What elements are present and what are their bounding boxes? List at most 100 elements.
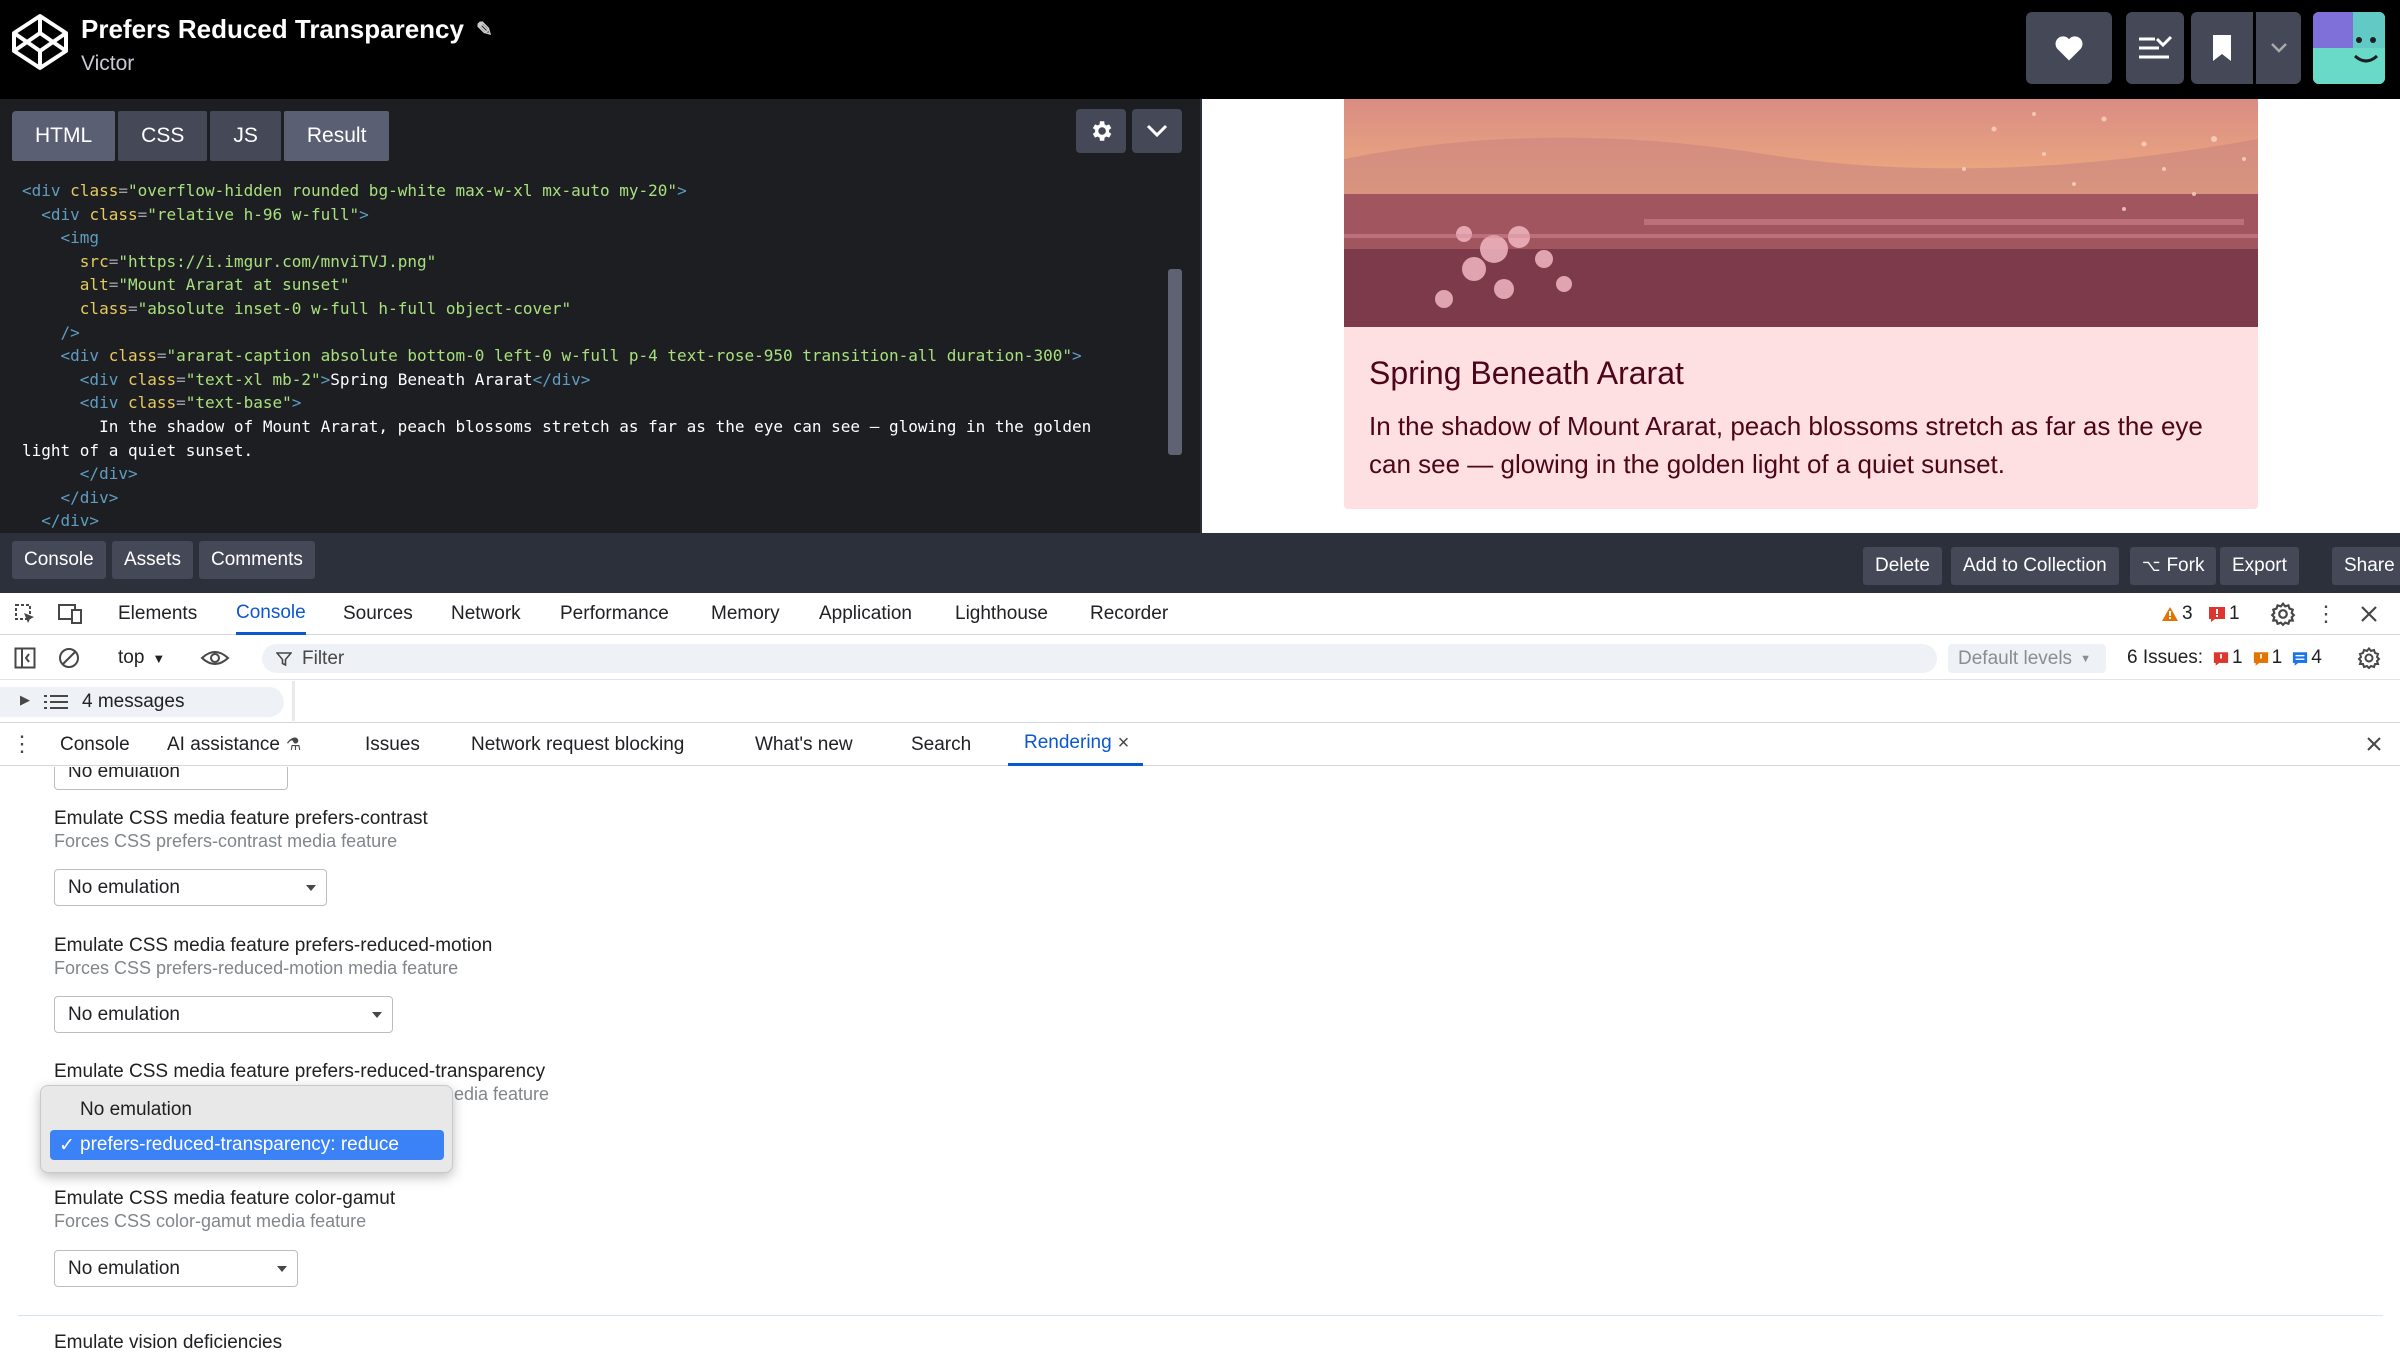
context-selector[interactable]: top ▼: [118, 645, 165, 671]
view-mode-button[interactable]: [2126, 12, 2184, 84]
user-avatar[interactable]: [2313, 12, 2385, 84]
editor-settings-button[interactable]: [1076, 109, 1126, 153]
caption-text: In the shadow of Mount Ararat, peach blo…: [1369, 411, 2203, 479]
drawer-tab-search[interactable]: Search: [911, 723, 971, 766]
tab-sources[interactable]: Sources: [343, 593, 413, 635]
tab-recorder[interactable]: Recorder: [1090, 593, 1168, 635]
drawer-tab-rendering[interactable]: Rendering ×: [1008, 723, 1144, 766]
editor-scrollbar[interactable]: [1168, 269, 1182, 455]
bookmark-button[interactable]: [2191, 12, 2253, 84]
gear-icon: [2270, 601, 2296, 627]
info-icon: [2293, 651, 2308, 666]
tab-lighthouse[interactable]: Lighthouse: [955, 593, 1048, 635]
prefers-reduced-motion-subtitle: Forces CSS prefers-reduced-motion media …: [54, 958, 459, 978]
gear-icon: [1092, 121, 1112, 141]
close-icon: [2367, 737, 2381, 751]
fork-button[interactable]: ⌥ Fork: [2130, 547, 2217, 585]
more-options-icon[interactable]: ⋮: [2314, 601, 2338, 627]
tab-performance[interactable]: Performance: [560, 593, 669, 635]
option-no-emulation[interactable]: No emulation: [50, 1095, 444, 1125]
expand-triangle-icon: ▶: [20, 692, 30, 707]
assets-button[interactable]: Assets: [112, 541, 194, 579]
delete-button[interactable]: Delete: [1863, 547, 1942, 585]
clear-console-icon[interactable]: [56, 645, 82, 671]
issue-warnings: 1: [2253, 647, 2282, 669]
tab-console[interactable]: Console: [236, 593, 306, 635]
prefers-reduced-motion-select[interactable]: No emulation: [54, 996, 393, 1033]
previous-emulation-select[interactable]: No emulation: [54, 767, 288, 790]
layout-list-icon: [2139, 35, 2173, 59]
errors-count: 1: [2229, 603, 2240, 624]
tab-memory[interactable]: Memory: [711, 593, 780, 635]
color-gamut-select[interactable]: No emulation: [54, 1250, 298, 1287]
issue-errors-count: 1: [2232, 647, 2243, 668]
messages-group[interactable]: ▶ 4 messages: [0, 687, 284, 717]
prefers-reduced-transparency-dropdown[interactable]: No emulation ✓ prefers-reduced-transpare…: [40, 1085, 453, 1173]
code-value: "https://i.imgur.com/mnviTVJ.png": [118, 251, 437, 271]
drawer-tab-issues[interactable]: Issues: [365, 723, 420, 766]
tab-elements[interactable]: Elements: [118, 593, 197, 635]
log-levels-dropdown[interactable]: Default levels ▼: [1948, 644, 2106, 673]
warning-icon: [2162, 607, 2178, 621]
drawer-tab-ai-assistance[interactable]: AI assistance ⚗: [167, 723, 301, 766]
code-text: Spring Beneath Ararat: [330, 369, 533, 389]
color-gamut-title: Emulate CSS media feature color-gamut: [54, 1188, 396, 1209]
devtools-settings-button[interactable]: [2268, 600, 2298, 628]
bookmark-menu-button[interactable]: [2256, 12, 2301, 84]
close-devtools-button[interactable]: [2356, 601, 2382, 627]
drawer-tab-rendering-label: Rendering: [1024, 732, 1112, 753]
tab-result[interactable]: Result: [283, 111, 390, 161]
tab-application[interactable]: Application: [819, 593, 912, 635]
codepen-logo-icon[interactable]: [10, 12, 70, 72]
code-value: "ararat-caption absolute bottom-0 left-0…: [166, 346, 1072, 366]
tab-css[interactable]: CSS: [118, 111, 208, 161]
pen-author[interactable]: Victor: [81, 52, 134, 76]
prefers-contrast-title: Emulate CSS media feature prefers-contra…: [54, 808, 428, 829]
caret-down-icon: ▼: [152, 650, 166, 666]
issues-summary[interactable]: 6 Issues: 1 1 4: [2127, 636, 2322, 680]
tab-network[interactable]: Network: [451, 593, 521, 635]
add-to-collection-button[interactable]: Add to Collection: [1951, 547, 2119, 585]
code-content[interactable]: <div class="overflow-hidden rounded bg-w…: [22, 179, 1162, 533]
avatar-face-icon: [2313, 12, 2385, 84]
option-prefers-reduced-transparency-reduce[interactable]: ✓ prefers-reduced-transparency: reduce: [50, 1130, 444, 1160]
prefers-contrast-select[interactable]: No emulation: [54, 869, 327, 906]
ararat-card: Spring Beneath Ararat In the shadow of M…: [1344, 99, 2258, 509]
errors-counter[interactable]: 1: [2208, 601, 2240, 627]
drawer-tab-whats-new[interactable]: What's new: [755, 723, 853, 766]
device-toolbar-icon[interactable]: [56, 601, 84, 627]
chevron-down-icon: [1146, 124, 1168, 138]
prefers-contrast-subtitle: Forces CSS prefers-contrast media featur…: [54, 831, 398, 851]
console-messages-row: ▶ 4 messages: [0, 681, 2400, 721]
close-drawer-button[interactable]: [2362, 732, 2386, 756]
drawer-tab-console[interactable]: Console: [60, 723, 130, 766]
code-value: "relative h-96 w-full": [147, 204, 360, 224]
select-value: No emulation: [68, 876, 180, 898]
code-text: light of a quiet sunset.: [22, 440, 254, 460]
inspect-element-icon[interactable]: [12, 601, 38, 627]
comments-button[interactable]: Comments: [199, 541, 315, 579]
drawer-menu-icon[interactable]: ⋮: [11, 731, 33, 757]
tab-js[interactable]: JS: [210, 111, 281, 161]
caret-down-icon: [372, 1012, 382, 1018]
warnings-counter[interactable]: 3: [2161, 601, 2193, 627]
code-value: "overflow-hidden rounded bg-white max-w-…: [127, 181, 678, 200]
share-button[interactable]: Share: [2332, 547, 2400, 585]
tab-html[interactable]: HTML: [12, 111, 116, 161]
edit-pencil-icon[interactable]: ✎: [476, 17, 493, 42]
messages-label: 4 messages: [82, 691, 185, 712]
warnings-count: 3: [2182, 603, 2193, 624]
like-button[interactable]: [2026, 12, 2112, 84]
close-icon[interactable]: ×: [1118, 732, 1130, 755]
console-filter-input[interactable]: Filter: [262, 644, 1937, 673]
editor-collapse-button[interactable]: [1132, 109, 1182, 153]
result-preview: Spring Beneath Ararat In the shadow of M…: [1202, 99, 2400, 533]
drawer-tab-network-request-blocking[interactable]: Network request blocking: [471, 723, 684, 766]
context-label: top: [118, 647, 145, 668]
sidebar-toggle-icon[interactable]: [12, 645, 38, 671]
console-button[interactable]: Console: [12, 541, 106, 579]
export-button[interactable]: Export: [2220, 547, 2299, 585]
console-settings-button[interactable]: [2356, 645, 2382, 671]
code-value: "absolute inset-0 w-full h-full object-c…: [137, 298, 572, 318]
live-expression-icon[interactable]: [198, 645, 232, 671]
